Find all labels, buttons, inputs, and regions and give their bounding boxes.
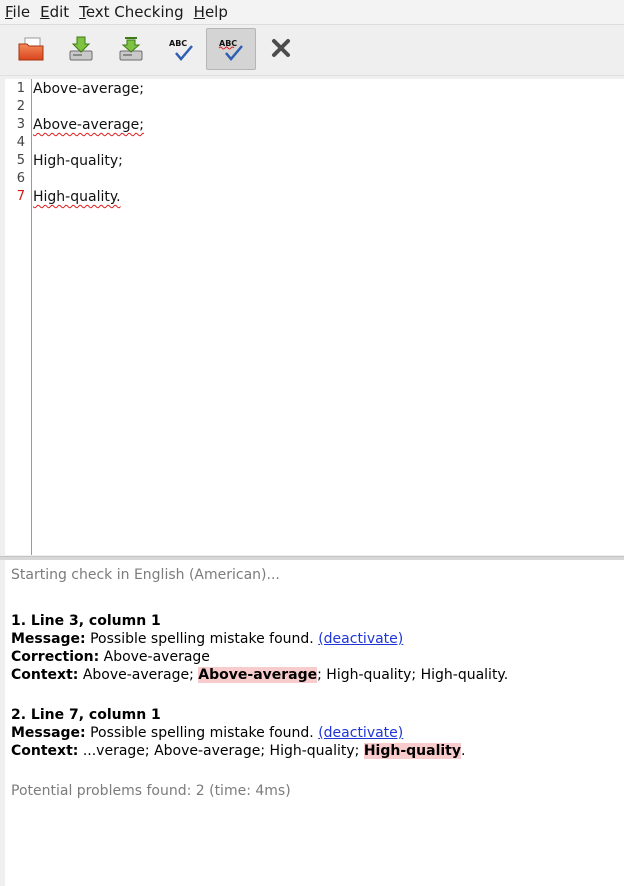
open-button[interactable] bbox=[6, 28, 56, 70]
line-number: 1 bbox=[16, 81, 25, 96]
line-number: 5 bbox=[16, 153, 25, 168]
problem-message: Message: Possible spelling mistake found… bbox=[11, 725, 404, 741]
line-number: 4 bbox=[16, 135, 25, 150]
save-as-button[interactable] bbox=[106, 28, 156, 70]
close-button[interactable] bbox=[256, 28, 306, 70]
status-text: Starting check in English (American)... bbox=[11, 567, 280, 583]
context-error-highlight: High-quality bbox=[363, 743, 461, 759]
menu-file[interactable]: File bbox=[0, 0, 35, 24]
toolbar: ABC ABC bbox=[0, 25, 624, 76]
summary-text: Potential problems found: 2 (time: 4ms) bbox=[11, 783, 291, 799]
text-editor[interactable]: 1 2 3 4 5 6 7 Above-average; Above-avera… bbox=[5, 79, 624, 555]
editor-line-misspelled[interactable]: Above-average; bbox=[33, 116, 144, 134]
line-number-error: 7 bbox=[16, 189, 25, 204]
save-button[interactable] bbox=[56, 28, 106, 70]
problem-context: Context: Above-average; Above-average; H… bbox=[11, 667, 509, 683]
line-number-gutter: 1 2 3 4 5 6 7 bbox=[5, 79, 32, 555]
context-error-highlight: Above-average bbox=[198, 667, 318, 683]
line-number: 3 bbox=[16, 117, 25, 132]
editor-line-misspelled[interactable]: High-quality. bbox=[33, 188, 121, 206]
deactivate-link[interactable]: (deactivate) bbox=[318, 631, 403, 647]
editor-line[interactable]: Above-average; bbox=[33, 80, 144, 98]
problem-message: Message: Possible spelling mistake found… bbox=[11, 631, 404, 647]
problem-heading: 1. Line 3, column 1 bbox=[11, 613, 161, 629]
line-number: 6 bbox=[16, 171, 25, 186]
svg-text:ABC: ABC bbox=[219, 39, 237, 48]
menu-text-checking[interactable]: Text Checking bbox=[74, 0, 188, 24]
problem-correction: Correction: Above-average bbox=[11, 649, 210, 665]
results-pane: Starting check in English (American)... … bbox=[5, 560, 624, 886]
auto-check-button[interactable]: ABC bbox=[206, 28, 256, 70]
save-icon bbox=[69, 36, 93, 61]
menu-edit[interactable]: Edit bbox=[35, 0, 74, 24]
problem-context: Context: ...verage; Above-average; High-… bbox=[11, 743, 466, 759]
line-number: 2 bbox=[16, 99, 25, 114]
problem-heading: 2. Line 7, column 1 bbox=[11, 707, 161, 723]
spell-check-auto-icon: ABC bbox=[218, 39, 243, 61]
editor-line[interactable]: High-quality; bbox=[33, 152, 123, 170]
menu-help[interactable]: Help bbox=[189, 0, 233, 24]
spell-check-icon: ABC bbox=[169, 39, 193, 61]
deactivate-link[interactable]: (deactivate) bbox=[318, 725, 403, 741]
save-as-icon bbox=[119, 37, 143, 61]
menu-bar: File Edit Text Checking Help bbox=[0, 0, 624, 25]
close-icon bbox=[272, 39, 290, 57]
svg-text:ABC: ABC bbox=[169, 39, 187, 48]
check-text-button[interactable]: ABC bbox=[156, 28, 206, 70]
open-file-icon bbox=[18, 37, 44, 61]
